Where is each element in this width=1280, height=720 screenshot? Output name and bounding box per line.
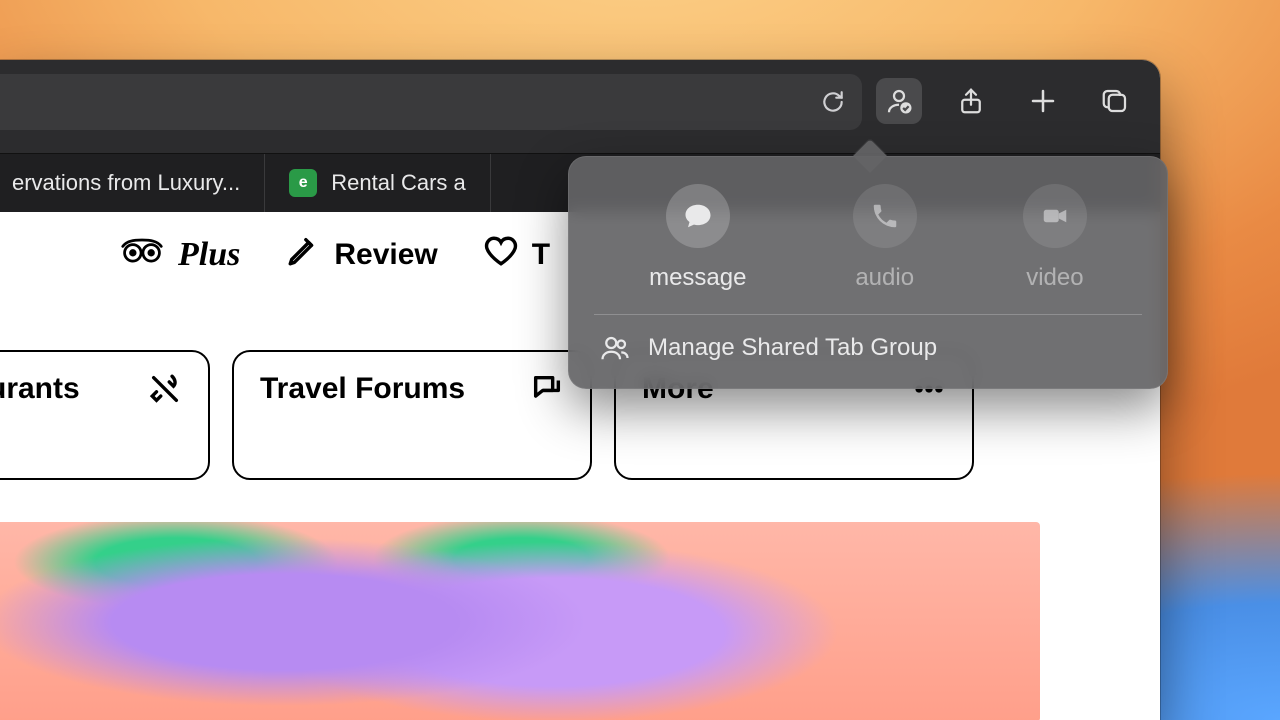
nav-label: Review	[334, 238, 437, 272]
nav-plus[interactable]: Plus	[120, 236, 240, 274]
share-option-message[interactable]: message	[649, 184, 746, 292]
share-options: message audio video	[594, 184, 1142, 315]
phone-icon	[853, 184, 917, 248]
card-label: urants	[0, 372, 80, 406]
toolbar-actions	[876, 78, 1138, 124]
share-label: message	[649, 264, 746, 292]
heart-icon	[484, 234, 518, 276]
tab-item[interactable]: e Rental Cars a	[265, 154, 491, 212]
tab-label: ervations from Luxury...	[12, 170, 240, 196]
card-forums[interactable]: Travel Forums	[232, 350, 592, 480]
chat-icon	[530, 372, 564, 411]
card-restaurants[interactable]: urants	[0, 350, 210, 480]
browser-toolbar	[0, 60, 1160, 154]
reload-icon[interactable]	[820, 89, 846, 115]
new-tab-button[interactable]	[1020, 78, 1066, 124]
manage-shared-tab-group[interactable]: Manage Shared Tab Group	[594, 315, 1142, 371]
share-option-audio[interactable]: audio	[853, 184, 917, 292]
nav-trips[interactable]: T	[484, 234, 550, 276]
people-icon	[600, 333, 630, 363]
nav-label: Plus	[178, 236, 240, 274]
owl-icon	[120, 236, 164, 274]
pencil-icon	[286, 234, 320, 276]
video-icon	[1023, 184, 1087, 248]
card-label: Travel Forums	[260, 372, 465, 406]
hero-illustration	[0, 522, 1040, 720]
nav-review[interactable]: Review	[286, 234, 437, 276]
message-icon	[666, 184, 730, 248]
tab-overview-button[interactable]	[1092, 78, 1138, 124]
share-label: video	[1026, 264, 1083, 292]
collaborate-button[interactable]	[876, 78, 922, 124]
address-bar[interactable]	[0, 74, 862, 130]
share-label: audio	[855, 264, 914, 292]
share-option-video[interactable]: video	[1023, 184, 1087, 292]
nav-label: T	[532, 238, 550, 272]
favicon-icon: e	[289, 169, 317, 197]
share-button[interactable]	[948, 78, 994, 124]
tab-item[interactable]: ervations from Luxury...	[0, 154, 265, 212]
utensils-icon	[148, 372, 182, 411]
collaborate-popover: message audio video Manage Shared Tab Gr…	[568, 156, 1168, 389]
tab-label: Rental Cars a	[331, 170, 466, 196]
manage-label: Manage Shared Tab Group	[648, 334, 937, 362]
